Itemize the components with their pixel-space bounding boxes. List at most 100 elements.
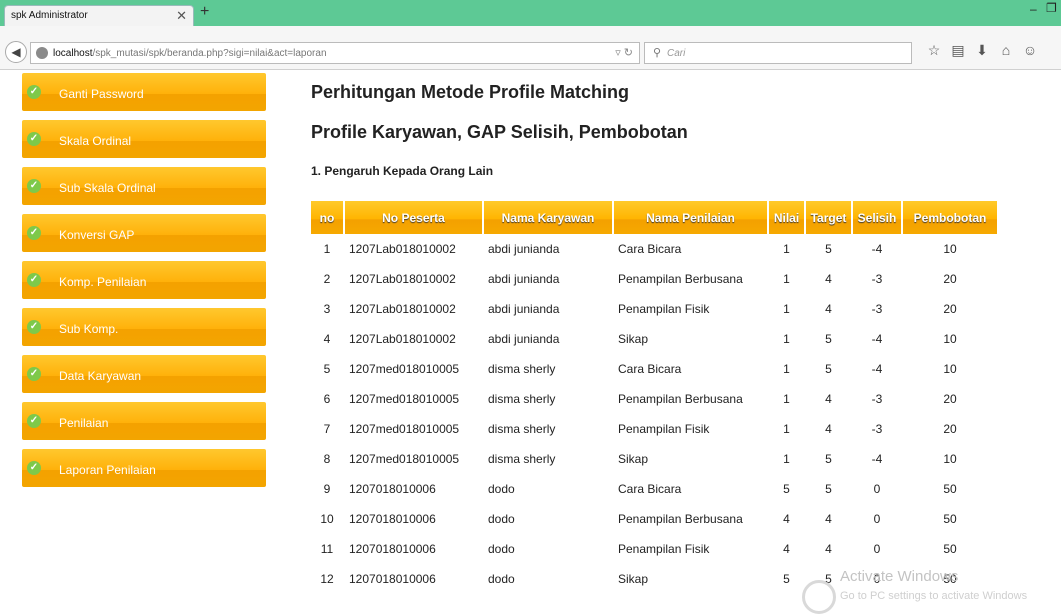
- cell-nama-karyawan: abdi junianda: [488, 272, 560, 286]
- check-icon: ✓: [27, 461, 41, 475]
- url-host: localhost: [53, 48, 93, 59]
- cell-nilai: 4: [783, 542, 790, 556]
- watermark-subtitle: Go to PC settings to activate Windows: [840, 590, 1028, 602]
- table-row: 3 1207Lab018010002 abdi junianda Penampilan…: [311, 294, 997, 324]
- cell-nama-penilaian: Penampilan Fisik: [618, 422, 710, 436]
- sidebar-item-label: Konversi GAP: [59, 228, 135, 242]
- restore-icon[interactable]: ❐: [1046, 1, 1057, 15]
- cell-no-peserta: 1207Lab018010002: [349, 272, 456, 286]
- tab-title: spk Administrator: [11, 10, 88, 21]
- minimize-icon[interactable]: –: [1030, 2, 1037, 16]
- cell-nama-karyawan: dodo: [488, 572, 515, 586]
- sidebar-item-sub-komp[interactable]: ✓ Sub Komp.: [22, 308, 266, 346]
- sidebar-item-data-karyawan[interactable]: ✓ Data Karyawan: [22, 355, 266, 393]
- sidebar-item-laporan-penilaian[interactable]: ✓ Laporan Penilaian: [22, 449, 266, 487]
- windows-watermark-icon: [802, 580, 836, 614]
- table-row: 9 1207018010006 dodo Cara Bicara 5 5 0 50: [311, 474, 997, 504]
- table-row: 10 1207018010006 dodo Penampilan Berbusana 4…: [311, 504, 997, 534]
- sidebar-item-sub-skala-ordinal[interactable]: ✓ Sub Skala Ordinal: [22, 167, 266, 205]
- cell-nilai: 4: [783, 512, 790, 526]
- toolbar-icons: ☆ ▤ ⬇ ⌂ ☺: [922, 42, 1042, 59]
- url-text[interactable]: localhost/spk_mutasi/spk/beranda.php?sig…: [53, 48, 327, 59]
- table-row: 4 1207Lab018010002 abdi junianda Sikap 1 5 -4 1…: [311, 324, 997, 354]
- sidebar-item-label: Komp. Penilaian: [59, 275, 147, 289]
- page-title: Perhitungan Metode Profile Matching: [311, 82, 630, 102]
- cell-no-peserta: 1207Lab018010002: [349, 332, 456, 346]
- search-bar[interactable]: ⚲ Cari: [644, 42, 912, 64]
- cell-no: 5: [323, 362, 331, 376]
- cell-nama-karyawan: disma sherly: [488, 392, 556, 406]
- reading-list-icon[interactable]: ▤: [946, 42, 970, 59]
- cell-target: 4: [825, 512, 832, 526]
- cell-selisih: 0: [873, 482, 881, 496]
- cell-nama-karyawan: dodo: [488, 482, 515, 496]
- column-header-no-peserta: No Peserta: [345, 201, 482, 234]
- url-path: /spk_mutasi/spk/beranda.php?sigi=nilai&a…: [92, 48, 327, 59]
- cell-nilai: 1: [783, 302, 790, 316]
- cell-no: 1: [323, 242, 331, 256]
- cell-selisih: -3: [871, 302, 883, 316]
- chat-icon[interactable]: ☺: [1018, 42, 1042, 58]
- page-subtitle: Profile Karyawan, GAP Selisih, Pembobota…: [311, 122, 688, 142]
- cell-selisih: -3: [871, 272, 883, 286]
- browser-tab[interactable]: spk Administrator ✕: [4, 5, 194, 26]
- cell-no: 9: [323, 482, 331, 496]
- cell-nama-penilaian: Cara Bicara: [618, 242, 682, 256]
- sidebar-item-penilaian[interactable]: ✓ Penilaian: [22, 402, 266, 440]
- sidebar-item-ganti-password[interactable]: ✓ Ganti Password: [22, 73, 266, 111]
- bookmark-star-icon[interactable]: ☆: [922, 42, 946, 59]
- download-icon[interactable]: ⬇: [970, 42, 994, 59]
- sidebar-item-konversi-gap[interactable]: ✓ Konversi GAP: [22, 214, 266, 252]
- search-placeholder: Cari: [667, 48, 686, 59]
- cell-pembobotan: 50: [943, 542, 957, 556]
- cell-no: 2: [323, 272, 331, 286]
- cell-selisih: -4: [871, 362, 883, 376]
- cell-nama-karyawan: disma sherly: [488, 362, 556, 376]
- browser-nav-bar: ◀ localhost/spk_mutasi/spk/beranda.php?s…: [0, 26, 1061, 70]
- check-icon: ✓: [27, 85, 41, 99]
- cell-no-peserta: 1207018010006: [349, 482, 436, 496]
- column-header-nama-karyawan: Nama Karyawan: [484, 201, 612, 234]
- cell-nama-penilaian: Penampilan Berbusana: [618, 392, 743, 406]
- cell-selisih: -3: [871, 392, 883, 406]
- cell-nama-penilaian: Cara Bicara: [618, 482, 682, 496]
- reload-icon[interactable]: ▿ ↻: [615, 46, 633, 59]
- cell-target: 5: [825, 362, 832, 376]
- sidebar-menu: ✓ Ganti Password ✓ Skala Ordinal ✓ Sub S…: [22, 73, 266, 496]
- sidebar-item-label: Penilaian: [59, 416, 109, 430]
- cell-pembobotan: 10: [943, 452, 957, 466]
- column-header-pembobotan: Pembobotan: [903, 201, 997, 234]
- cell-target: 5: [825, 452, 832, 466]
- table-row: 5 1207med018010005 disma sherly Cara Bicara…: [311, 354, 997, 384]
- cell-selisih: -4: [871, 452, 883, 466]
- cell-no: 4: [323, 332, 331, 346]
- home-icon[interactable]: ⌂: [994, 42, 1018, 58]
- cell-nilai: 1: [783, 452, 790, 466]
- cell-selisih: -4: [871, 332, 883, 346]
- check-icon: ✓: [27, 367, 41, 381]
- cell-pembobotan: 20: [943, 272, 957, 286]
- cell-no: 6: [323, 392, 331, 406]
- check-icon: ✓: [27, 179, 41, 193]
- cell-pembobotan: 20: [943, 302, 957, 316]
- cell-pembobotan: 20: [943, 422, 957, 436]
- new-tab-icon[interactable]: +: [200, 3, 209, 21]
- column-header-nilai: Nilai: [769, 201, 804, 234]
- sidebar-item-skala-ordinal[interactable]: ✓ Skala Ordinal: [22, 120, 266, 158]
- table-header-row: no No Peserta Nama Karyawan Nama Penilai…: [311, 201, 997, 234]
- cell-selisih: 0: [873, 542, 881, 556]
- url-bar[interactable]: localhost/spk_mutasi/spk/beranda.php?sig…: [30, 42, 640, 64]
- cell-target: 4: [825, 542, 832, 556]
- sidebar-item-komp-penilaian[interactable]: ✓ Komp. Penilaian: [22, 261, 266, 299]
- close-icon[interactable]: ✕: [176, 8, 187, 24]
- column-header-target: Target: [806, 201, 851, 234]
- cell-target: 4: [825, 272, 832, 286]
- cell-target: 5: [825, 332, 832, 346]
- check-icon: ✓: [27, 273, 41, 287]
- cell-target: 4: [825, 422, 832, 436]
- cell-nama-penilaian: Penampilan Berbusana: [618, 512, 743, 526]
- cell-nama-penilaian: Cara Bicara: [618, 362, 682, 376]
- back-icon[interactable]: ◀: [5, 41, 27, 63]
- globe-icon: [36, 47, 48, 59]
- cell-nilai: 1: [783, 422, 790, 436]
